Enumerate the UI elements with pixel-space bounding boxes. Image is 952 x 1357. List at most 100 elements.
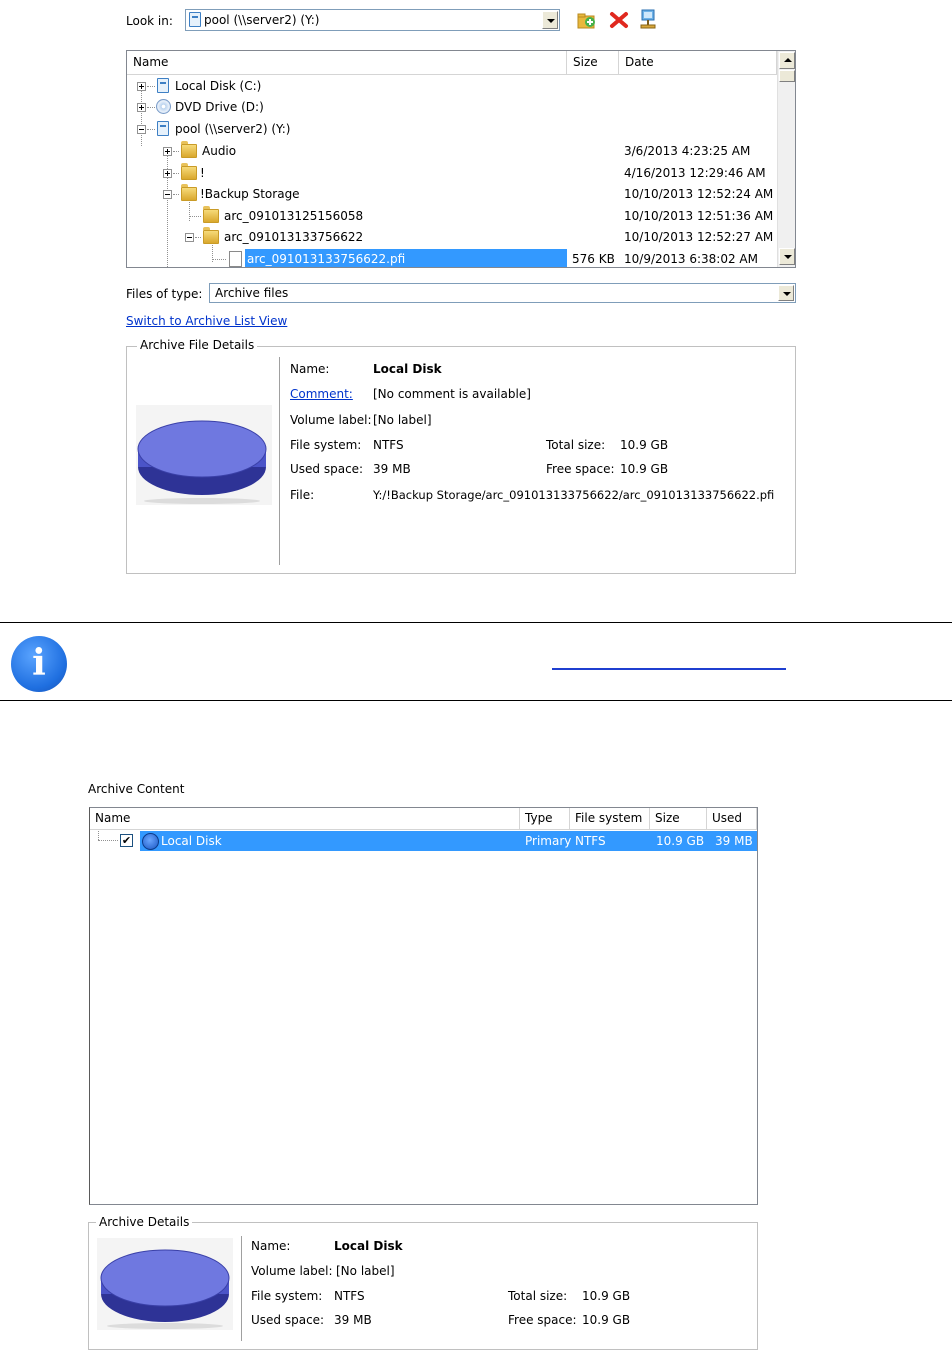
tree-row-backup-storage[interactable]: !Backup Storage 10/10/2013 12:52:24 AM (127, 184, 777, 205)
detail-volume-value: [No label] (336, 1264, 395, 1278)
folder-icon (181, 163, 197, 180)
detail-free-label: Free space: (508, 1313, 577, 1327)
detail-free-value: 10.9 GB (582, 1313, 631, 1327)
tree-item-label: pool (\\server2) (Y:) (175, 122, 291, 136)
tree-item-date: 10/9/2013 6:38:02 AM (624, 252, 758, 266)
detail-volume-label: Volume label: (290, 413, 372, 427)
column-header-used[interactable]: Used (707, 808, 757, 830)
folder-icon (203, 227, 219, 244)
tree-item-date: 10/10/2013 12:51:36 AM (624, 209, 774, 223)
tree-item-size: 576 KB (572, 252, 615, 266)
scroll-thumb[interactable] (779, 70, 795, 82)
tree-item-label: arc_091013125156058 (224, 209, 364, 223)
archive-row-local-disk[interactable]: ✔ Local Disk Primary NTFS 10.9 GB 39 MB (90, 831, 757, 852)
detail-total-label: Total size: (546, 438, 606, 452)
detail-used-value: 39 MB (334, 1313, 372, 1327)
tree-row-audio[interactable]: Audio 3/6/2013 4:23:25 AM (127, 141, 777, 162)
column-header-type[interactable]: Type (520, 808, 570, 830)
tree-row-arc-2[interactable]: arc_091013133756622 10/10/2013 12:52:27 … (127, 227, 777, 248)
detail-fs-value: NTFS (373, 438, 404, 452)
files-of-type-label: Files of type: (126, 287, 203, 301)
detail-used-value: 39 MB (373, 462, 411, 476)
disk-icon (97, 1238, 233, 1330)
hard-disk-icon (157, 78, 169, 93)
detail-volume-label: Volume label: (251, 1264, 333, 1278)
disk-icon (136, 405, 272, 505)
collapse-icon[interactable] (137, 125, 146, 134)
look-in-value: pool (\\server2) (Y:) (204, 13, 320, 27)
detail-fs-label: File system: (290, 438, 362, 452)
details-separator (279, 357, 281, 565)
details-separator (241, 1236, 243, 1341)
row-size: 10.9 GB (656, 834, 705, 848)
info-bottom-rule (0, 700, 952, 701)
files-of-type-value: Archive files (215, 286, 289, 300)
chevron-down-icon[interactable] (542, 11, 558, 29)
look-in-combo[interactable]: pool (\\server2) (Y:) (185, 9, 560, 31)
new-folder-icon[interactable] (577, 10, 597, 30)
look-in-label: Look in: (126, 14, 173, 28)
folder-icon (181, 141, 197, 158)
column-header-file-system[interactable]: File system (570, 808, 650, 830)
detail-total-value: 10.9 GB (620, 438, 669, 452)
comment-link[interactable]: Comment: (290, 387, 353, 401)
archive-file-details-legend: Archive File Details (137, 338, 258, 352)
tree-item-label: Audio (202, 144, 237, 158)
detail-total-label: Total size: (508, 1289, 568, 1303)
detail-free-label: Free space: (546, 462, 615, 476)
tree-row-local-disk[interactable]: Local Disk (C:) (127, 76, 777, 97)
archive-details-legend: Archive Details (96, 1215, 193, 1229)
partition-checkbox[interactable]: ✔ (120, 834, 133, 847)
archive-content-list[interactable]: Name Type File system Size Used ✔ Local … (89, 807, 758, 1205)
tree-item-label: arc_091013133756622.pfi (247, 252, 406, 266)
scroll-up-button[interactable] (779, 52, 795, 69)
expand-icon[interactable] (163, 169, 172, 178)
detail-name-value: Local Disk (334, 1239, 403, 1253)
tree-item-date: 10/10/2013 12:52:24 AM (624, 187, 774, 201)
detail-name-label: Name: (251, 1239, 291, 1253)
detail-used-label: Used space: (290, 462, 364, 476)
collapse-icon[interactable] (185, 233, 194, 242)
tree-row-pfi-file[interactable]: arc_091013133756622.pfi 576 KB 10/9/2013… (127, 249, 777, 267)
detail-free-value: 10.9 GB (620, 462, 669, 476)
delete-icon[interactable] (609, 10, 629, 30)
cd-drive-icon (156, 99, 171, 114)
network-drive-icon (157, 121, 169, 136)
disk-icon (142, 833, 159, 850)
row-fs: NTFS (575, 834, 606, 848)
expand-icon[interactable] (163, 147, 172, 156)
column-header-size[interactable]: Size (650, 808, 707, 830)
tree-item-date: 4/16/2013 12:29:46 AM (624, 166, 766, 180)
detail-name-label: Name: (290, 362, 330, 376)
tree-row-dvd-drive[interactable]: DVD Drive (D:) (127, 97, 777, 118)
tree-item-label: ! (200, 166, 205, 180)
tree-item-label: Local Disk (C:) (175, 79, 262, 93)
detail-volume-value: [No label] (373, 413, 432, 427)
network-icon[interactable] (639, 9, 659, 31)
tree-item-date: 3/6/2013 4:23:25 AM (624, 144, 751, 158)
tree-row-bang[interactable]: ! 4/16/2013 12:29:46 AM (127, 163, 777, 184)
vertical-scrollbar[interactable] (777, 51, 795, 267)
tree-item-date: 10/10/2013 12:52:27 AM (624, 230, 774, 244)
expand-icon[interactable] (137, 103, 146, 112)
folder-icon (181, 184, 197, 201)
switch-to-archive-list-link[interactable]: Switch to Archive List View (126, 314, 287, 328)
detail-used-label: Used space: (251, 1313, 325, 1327)
file-tree-list[interactable]: Name Size Date Local Disk (C:) DVD Drive… (126, 50, 796, 268)
tree-row-pool[interactable]: pool (\\server2) (Y:) (127, 119, 777, 140)
info-link-underline[interactable] (552, 668, 786, 670)
column-header-name[interactable]: Name (127, 51, 567, 75)
chevron-down-icon[interactable] (778, 285, 794, 301)
tree-item-label: !Backup Storage (200, 187, 300, 201)
archive-content-title: Archive Content (88, 782, 185, 796)
info-top-rule (0, 622, 952, 623)
column-header-size[interactable]: Size (567, 51, 619, 75)
expand-icon[interactable] (137, 82, 146, 91)
tree-item-label: arc_091013133756622 (224, 230, 364, 244)
tree-row-arc-1[interactable]: arc_091013125156058 10/10/2013 12:51:36 … (127, 206, 777, 227)
scroll-down-button[interactable] (779, 248, 795, 265)
files-of-type-select[interactable]: Archive files (209, 283, 796, 303)
column-header-date[interactable]: Date (619, 51, 777, 75)
collapse-icon[interactable] (163, 190, 172, 199)
column-header-name[interactable]: Name (90, 808, 520, 830)
